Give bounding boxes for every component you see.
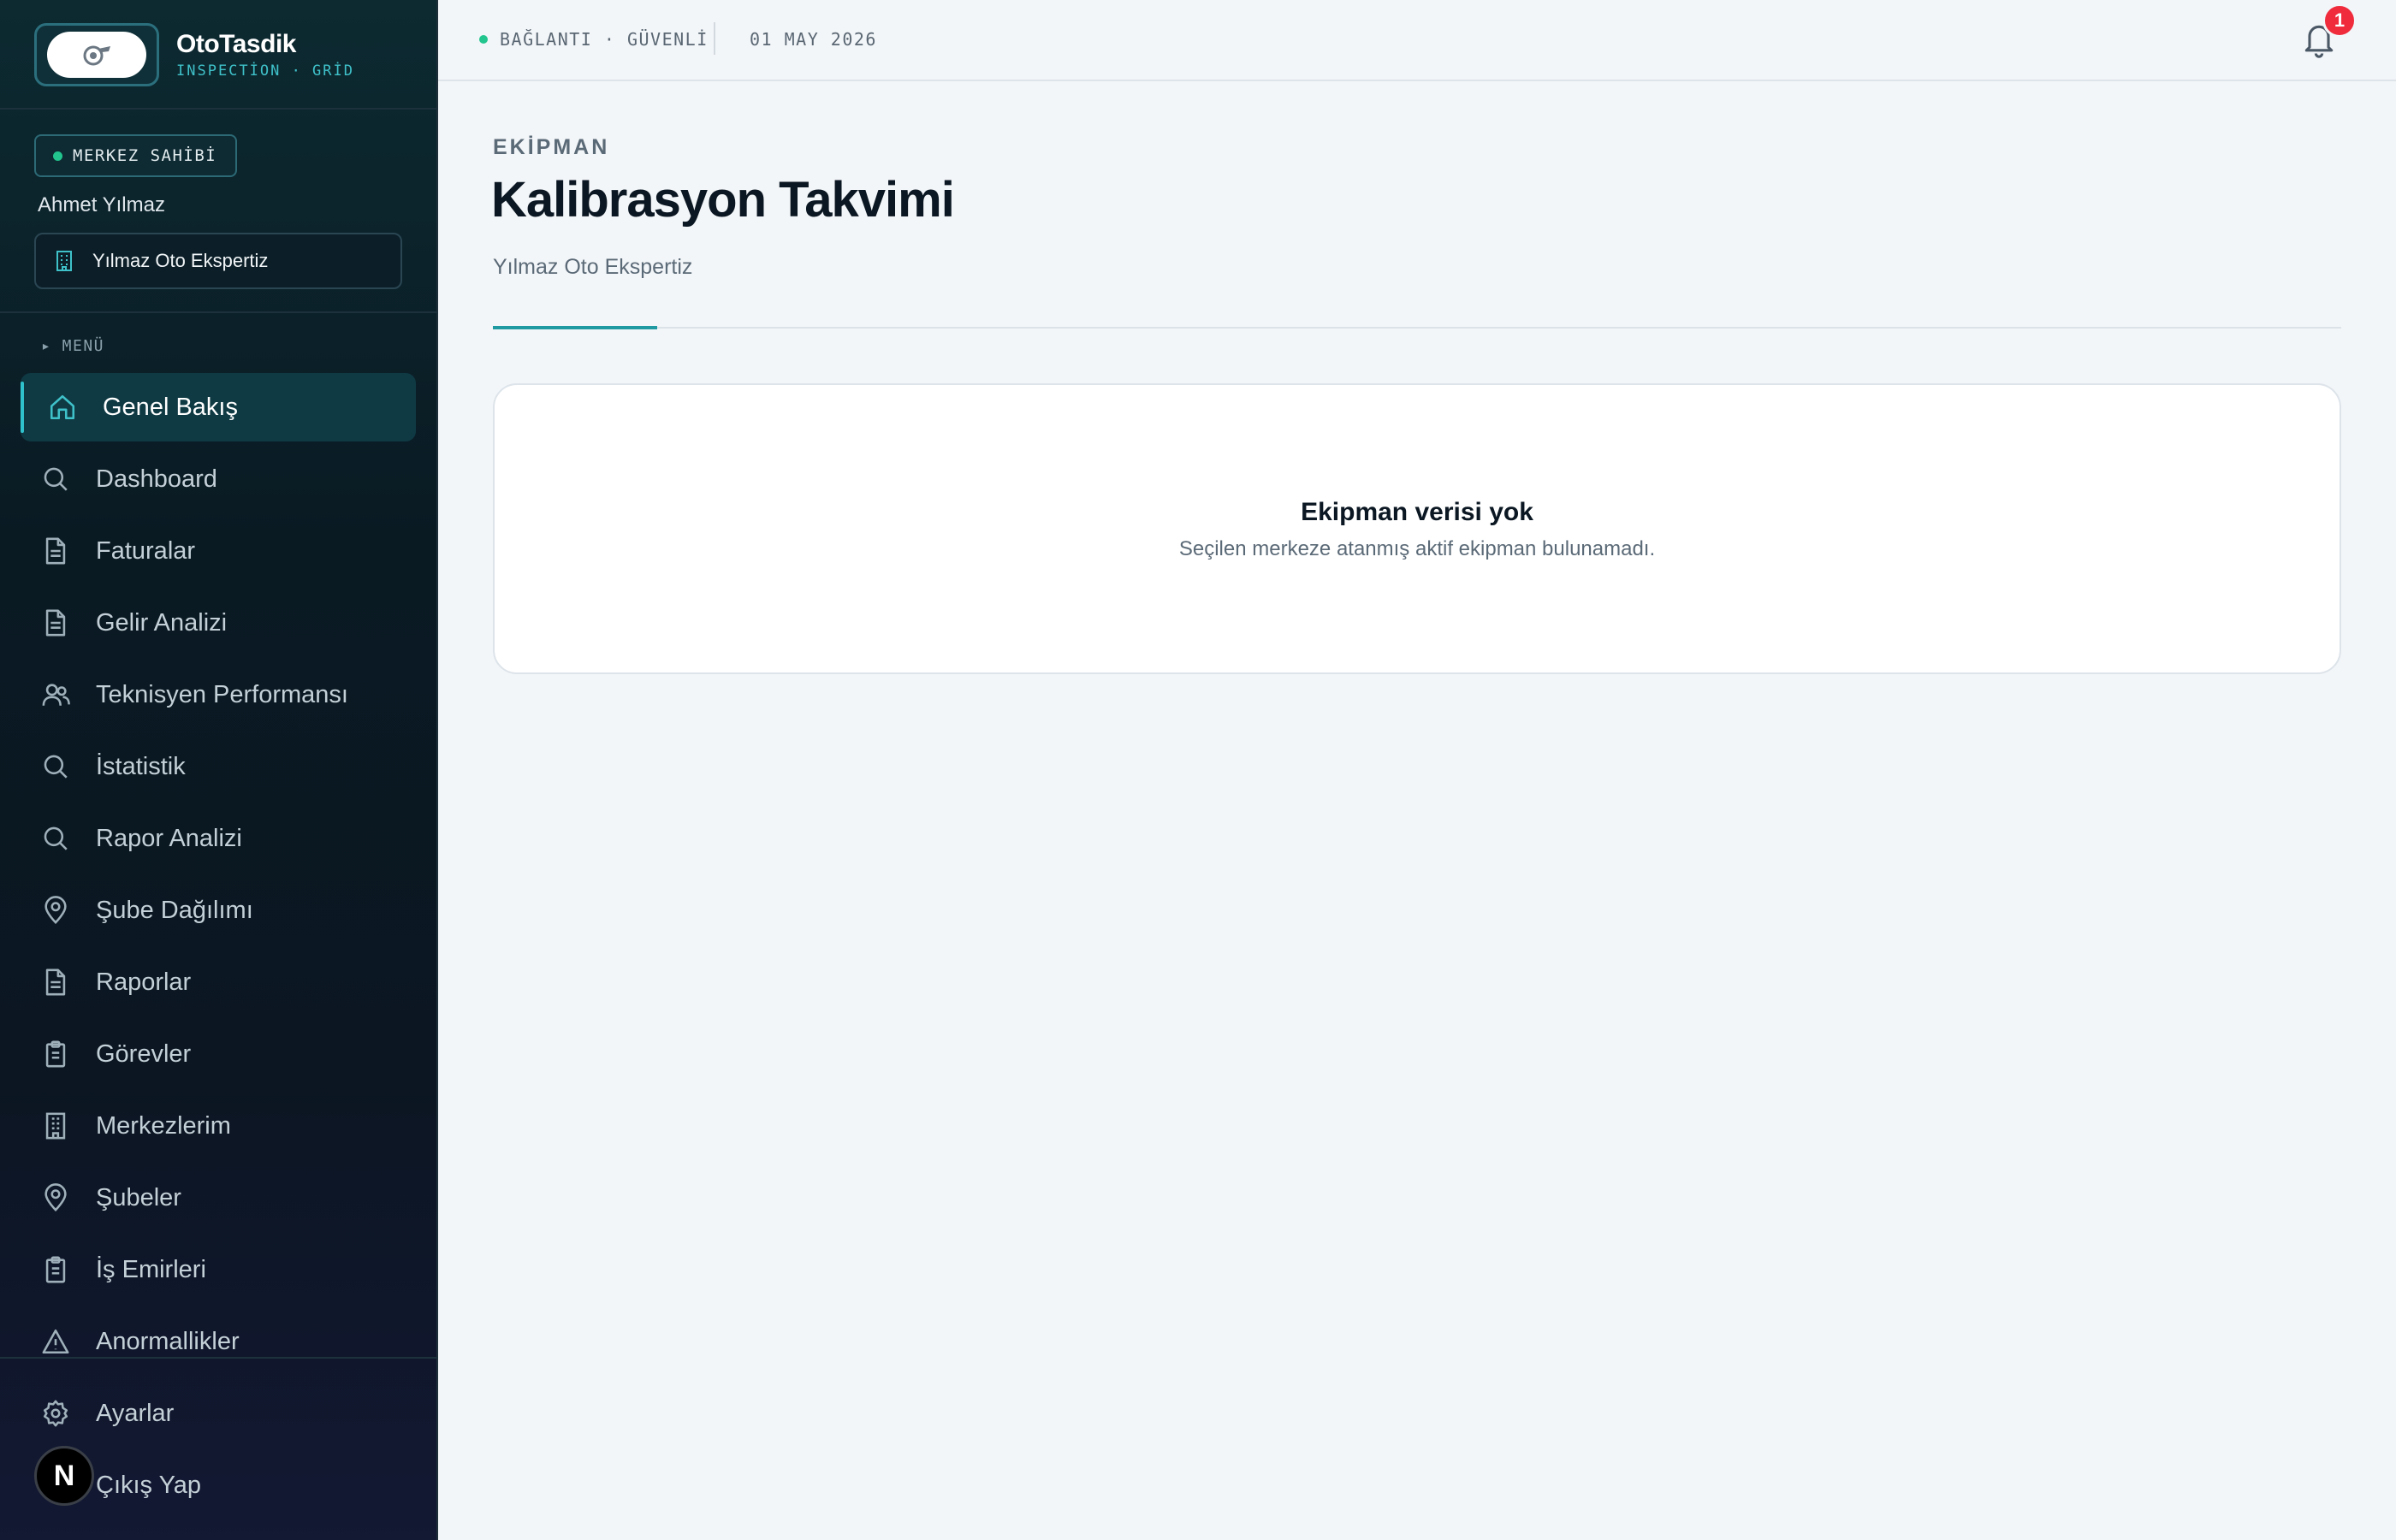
sidebar-item-genel-bakis[interactable]: Genel Bakış: [21, 373, 416, 441]
divider: [0, 1357, 438, 1359]
sidebar-item-anormallikler[interactable]: Anormallikler: [21, 1307, 416, 1376]
empty-state-description: Seçilen merkeze atanmış aktif ekipman bu…: [1178, 537, 1656, 560]
document-icon: [45, 968, 66, 996]
user-name: Ahmet Yılmaz: [38, 193, 165, 216]
divider: [0, 108, 438, 110]
map-pin-icon: [44, 896, 67, 924]
current-date: 01 MAY 2026: [750, 29, 877, 50]
sidebar-item-label: İş Emirleri: [96, 1255, 206, 1283]
page-subtitle: Yılmaz Oto Ekspertiz: [493, 255, 693, 279]
brand-subtitle: INSPECTİON · GRİD: [176, 62, 354, 80]
brand[interactable]: OtoTasdik INSPECTİON · GRİD: [34, 22, 354, 87]
center-name: Yılmaz Oto Ekspertiz: [92, 250, 269, 271]
sidebar-item-label: Merkezlerim: [96, 1111, 231, 1140]
tab-indicator: [493, 326, 657, 329]
brand-name: OtoTasdik: [176, 30, 296, 58]
divider: [714, 22, 715, 55]
building-icon: [56, 251, 72, 271]
sidebar-item-label: Gelir Analizi: [96, 608, 228, 637]
status-dot: [479, 35, 488, 44]
clipboard-icon: [45, 1040, 66, 1068]
sidebar-item-sube-dagilimi[interactable]: Şube Dağılımı: [21, 876, 416, 945]
empty-state-card: Ekipman verisi yok Seçilen merkeze atanm…: [493, 383, 2341, 674]
sidebar-item-subeler[interactable]: Şubeler: [21, 1164, 416, 1232]
status-dot: [53, 151, 62, 161]
sidebar-item-merkezlerim[interactable]: Merkezlerim: [21, 1092, 416, 1160]
divider: [0, 311, 438, 313]
sidebar-item-label: İstatistik: [96, 752, 186, 780]
notification-badge: 1: [2322, 3, 2357, 38]
empty-state-title: Ekipman verisi yok: [1301, 498, 1533, 526]
sidebar-nav: Genel Bakış Dashboard Faturalar Gelir An…: [21, 373, 416, 1379]
sidebar-item-gorevler[interactable]: Görevler: [21, 1020, 416, 1088]
sidebar-item-gelir-analizi[interactable]: Gelir Analizi: [21, 589, 416, 657]
sidebar-item-dashboard[interactable]: Dashboard: [21, 445, 416, 513]
sidebar-item-label: Şubeler: [96, 1183, 181, 1211]
sidebar-item-label: Genel Bakış: [103, 393, 238, 421]
sidebar-item-label: Görevler: [96, 1040, 192, 1068]
section-eyebrow: EKİPMAN: [493, 135, 610, 159]
sidebar-item-rapor-analizi[interactable]: Rapor Analizi: [21, 804, 416, 873]
home-icon: [50, 394, 75, 420]
connection-status: BAĞLANTI · GÜVENLİ: [479, 29, 709, 50]
connection-label: BAĞLANTI · GÜVENLİ: [500, 29, 709, 50]
sidebar-item-label: Teknisyen Performansı: [96, 680, 348, 708]
clipboard-icon: [45, 1256, 66, 1283]
sidebar-item-label: Rapor Analizi: [96, 824, 242, 852]
page-title: Kalibrasyon Takvimi: [491, 172, 955, 228]
sidebar-item-label: Dashboard: [96, 465, 217, 493]
search-icon: [44, 755, 68, 779]
menu-label: ▸ MENÜ: [41, 337, 105, 355]
sidebar-item-label: Anormallikler: [96, 1327, 240, 1355]
gear-icon: [43, 1400, 68, 1427]
sidebar-item-istatistik[interactable]: İstatistik: [21, 732, 416, 801]
avatar[interactable]: N: [34, 1446, 94, 1506]
search-icon: [44, 467, 68, 491]
search-icon: [44, 826, 68, 850]
top-bar: BAĞLANTI · GÜVENLİ 01 MAY 2026 1: [438, 0, 2396, 81]
document-icon: [45, 537, 66, 565]
users-icon: [42, 684, 70, 706]
logo: [34, 23, 159, 86]
warning-icon: [42, 1329, 69, 1354]
sidebar-item-label: Raporlar: [96, 968, 192, 996]
document-icon: [45, 609, 66, 637]
sidebar: OtoTasdik INSPECTİON · GRİD MERKEZ SAHİB…: [0, 0, 438, 1540]
role-label: MERKEZ SAHİBİ: [73, 146, 217, 165]
role-badge: MERKEZ SAHİBİ: [34, 134, 238, 177]
sidebar-item-label: Ayarlar: [96, 1399, 175, 1427]
sidebar-item-label: Şube Dağılımı: [96, 896, 253, 924]
sidebar-item-is-emirleri[interactable]: İş Emirleri: [21, 1235, 416, 1304]
map-pin-icon: [44, 1183, 67, 1211]
center-selector[interactable]: Yılmaz Oto Ekspertiz: [34, 233, 402, 289]
building-icon: [45, 1112, 66, 1140]
logo-mark-icon: [83, 45, 110, 66]
sidebar-item-raporlar[interactable]: Raporlar: [21, 948, 416, 1016]
sidebar-item-ayarlar[interactable]: Ayarlar: [21, 1379, 416, 1448]
sidebar-item-faturalar[interactable]: Faturalar: [21, 517, 416, 585]
divider: [493, 327, 2341, 329]
sidebar-item-teknisyen-performansi[interactable]: Teknisyen Performansı: [21, 660, 416, 729]
sidebar-item-label: Çıkış Yap: [96, 1471, 202, 1499]
sidebar-item-label: Faturalar: [96, 536, 196, 565]
